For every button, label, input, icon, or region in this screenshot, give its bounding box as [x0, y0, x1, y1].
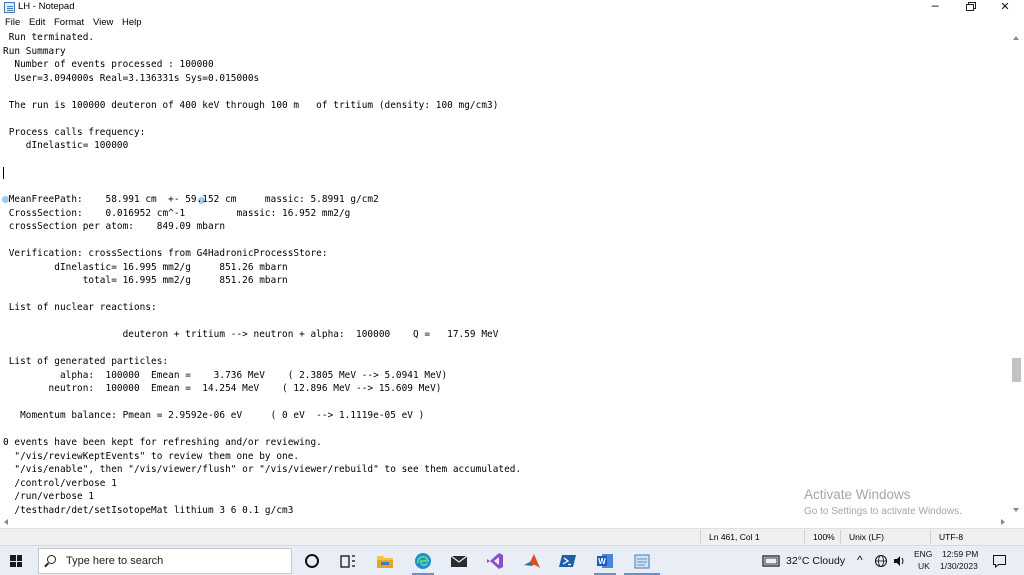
editor-line: Process calls frequency: [3, 126, 146, 138]
close-button[interactable]: ✕ [988, 0, 1022, 16]
vertical-scroll-thumb[interactable] [1012, 358, 1021, 382]
status-divider [840, 530, 841, 544]
task-view-icon[interactable] [338, 551, 358, 571]
notepad-app-icon[interactable] [4, 2, 15, 13]
windows-logo-icon [10, 555, 16, 561]
svg-text:W: W [598, 557, 606, 566]
notepad-icon[interactable] [632, 551, 652, 571]
window-title: LH - Notepad [18, 1, 75, 12]
search-placeholder: Type here to search [66, 555, 164, 567]
search-icon [47, 555, 56, 564]
editor-line: The run is 100000 deuteron of 400 keV th… [3, 99, 499, 111]
menu-bar: File Edit Format View Help [0, 16, 1024, 32]
editor-line: crossSection per atom: 849.09 mbarn [3, 221, 226, 232]
editor-line: "/vis/reviewKeptEvents" to review them o… [3, 450, 300, 462]
file-explorer-icon[interactable] [375, 551, 395, 571]
clock-time[interactable]: 12:59 PM [942, 549, 978, 559]
language-indicator[interactable]: ENG [914, 549, 932, 559]
editor-line: deuteron + tritium --> neutron + alpha: … [3, 329, 499, 340]
mail-icon[interactable] [449, 551, 469, 571]
status-line-ending: Unix (LF) [849, 532, 884, 542]
weather-status[interactable]: 32°C Cloudy [786, 555, 845, 567]
editor-line: 0 events have been kept for refreshing a… [3, 437, 322, 448]
visual-studio-icon[interactable] [485, 551, 505, 571]
status-encoding: UTF-8 [939, 532, 964, 542]
scroll-left-arrow-icon[interactable] [4, 519, 8, 525]
taskbar-search-box[interactable]: Type here to search [38, 548, 292, 574]
editor-line: Momentum balance: Pmean = 2.9592e-06 eV … [3, 410, 425, 421]
matlab-icon[interactable] [522, 551, 542, 571]
editor-line: alpha: 100000 Emean = 3.736 MeV ( 2.3805… [3, 369, 448, 381]
status-zoom: 100% [813, 532, 835, 542]
text-caret [3, 167, 4, 179]
editor-line: Verification: crossSections from G4Hadro… [3, 248, 328, 259]
editor-line: Run terminated. [3, 32, 95, 43]
chevron-up-icon[interactable]: ^ [857, 553, 863, 567]
editor-line: List of nuclear reactions: [3, 302, 157, 313]
editor-line: total= 16.995 mm2/g 851.26 mbarn [3, 275, 288, 286]
menu-format[interactable]: Format [54, 17, 84, 28]
text-editor[interactable]: Run terminated. Run Summary Number of eve… [0, 32, 1009, 516]
weather-icon[interactable] [762, 553, 782, 569]
editor-line: "/vis/enable", then "/vis/viewer/flush" … [3, 464, 522, 475]
cortana-icon[interactable] [302, 551, 322, 571]
scroll-up-arrow-icon[interactable] [1013, 36, 1019, 40]
notification-icon[interactable] [992, 554, 1007, 568]
activate-windows-title: Activate Windows [804, 487, 911, 502]
maximize-button[interactable] [953, 0, 987, 16]
editor-line: /control/verbose 1 [3, 477, 117, 489]
scroll-down-arrow-icon[interactable] [1013, 508, 1019, 512]
menu-view[interactable]: View [93, 17, 113, 28]
status-divider [700, 530, 701, 544]
minimize-button[interactable]: ─ [918, 0, 952, 16]
editor-line: dInelastic= 100000 [3, 140, 129, 151]
taskbar: Type here to search W 32°C Cloudy ^ ENG … [0, 545, 1024, 575]
activate-windows-subtitle: Go to Settings to activate Windows. [804, 506, 962, 517]
menu-edit[interactable]: Edit [29, 17, 45, 28]
editor-line: neutron: 100000 Emean = 14.254 MeV ( 12.… [3, 383, 442, 394]
word-icon[interactable]: W [595, 551, 615, 571]
editor-line: dInelastic= 16.995 mm2/g 851.26 mbarn [3, 261, 288, 273]
scroll-right-arrow-icon[interactable] [1001, 519, 1005, 525]
status-divider [930, 530, 931, 544]
windows-logo-icon [16, 555, 22, 561]
status-cursor-position: Ln 461, Col 1 [709, 532, 760, 542]
title-bar[interactable]: LH - Notepad ─ ✕ [0, 0, 1024, 16]
editor-line: /testhadr/det/setIsotopeMat lithium 3 6 … [3, 504, 294, 516]
powershell-icon[interactable] [558, 551, 578, 571]
vertical-scrollbar[interactable] [1009, 32, 1024, 516]
editor-line: MeanFreePath: 58.991 cm +- 59.152 cm mas… [3, 194, 379, 205]
windows-logo-icon [16, 561, 22, 567]
status-divider [804, 530, 805, 544]
menu-file[interactable]: File [5, 17, 20, 28]
editor-line: CrossSection: 0.016952 cm^-1 massic: 16.… [3, 207, 351, 219]
keyboard-layout-indicator[interactable]: UK [918, 561, 930, 571]
horizontal-scrollbar[interactable] [0, 516, 1009, 528]
status-bar: Ln 461, Col 1 100% Unix (LF) UTF-8 [0, 528, 1024, 545]
menu-help[interactable]: Help [122, 17, 142, 28]
editor-line: User=3.094000s Real=3.136331s Sys=0.0150… [3, 72, 260, 84]
windows-start-button[interactable] [10, 555, 22, 567]
restore-icon [966, 4, 974, 11]
windows-logo-icon [10, 561, 16, 567]
volume-icon[interactable] [892, 554, 906, 568]
editor-line: List of generated particles: [3, 356, 169, 367]
editor-line: /run/verbose 1 [3, 491, 95, 502]
edge-icon[interactable] [413, 551, 433, 571]
globe-icon[interactable] [874, 554, 888, 568]
editor-line: Number of events processed : 100000 [3, 59, 214, 70]
clock-date[interactable]: 1/30/2023 [940, 561, 978, 571]
editor-line: Run Summary [3, 45, 66, 57]
